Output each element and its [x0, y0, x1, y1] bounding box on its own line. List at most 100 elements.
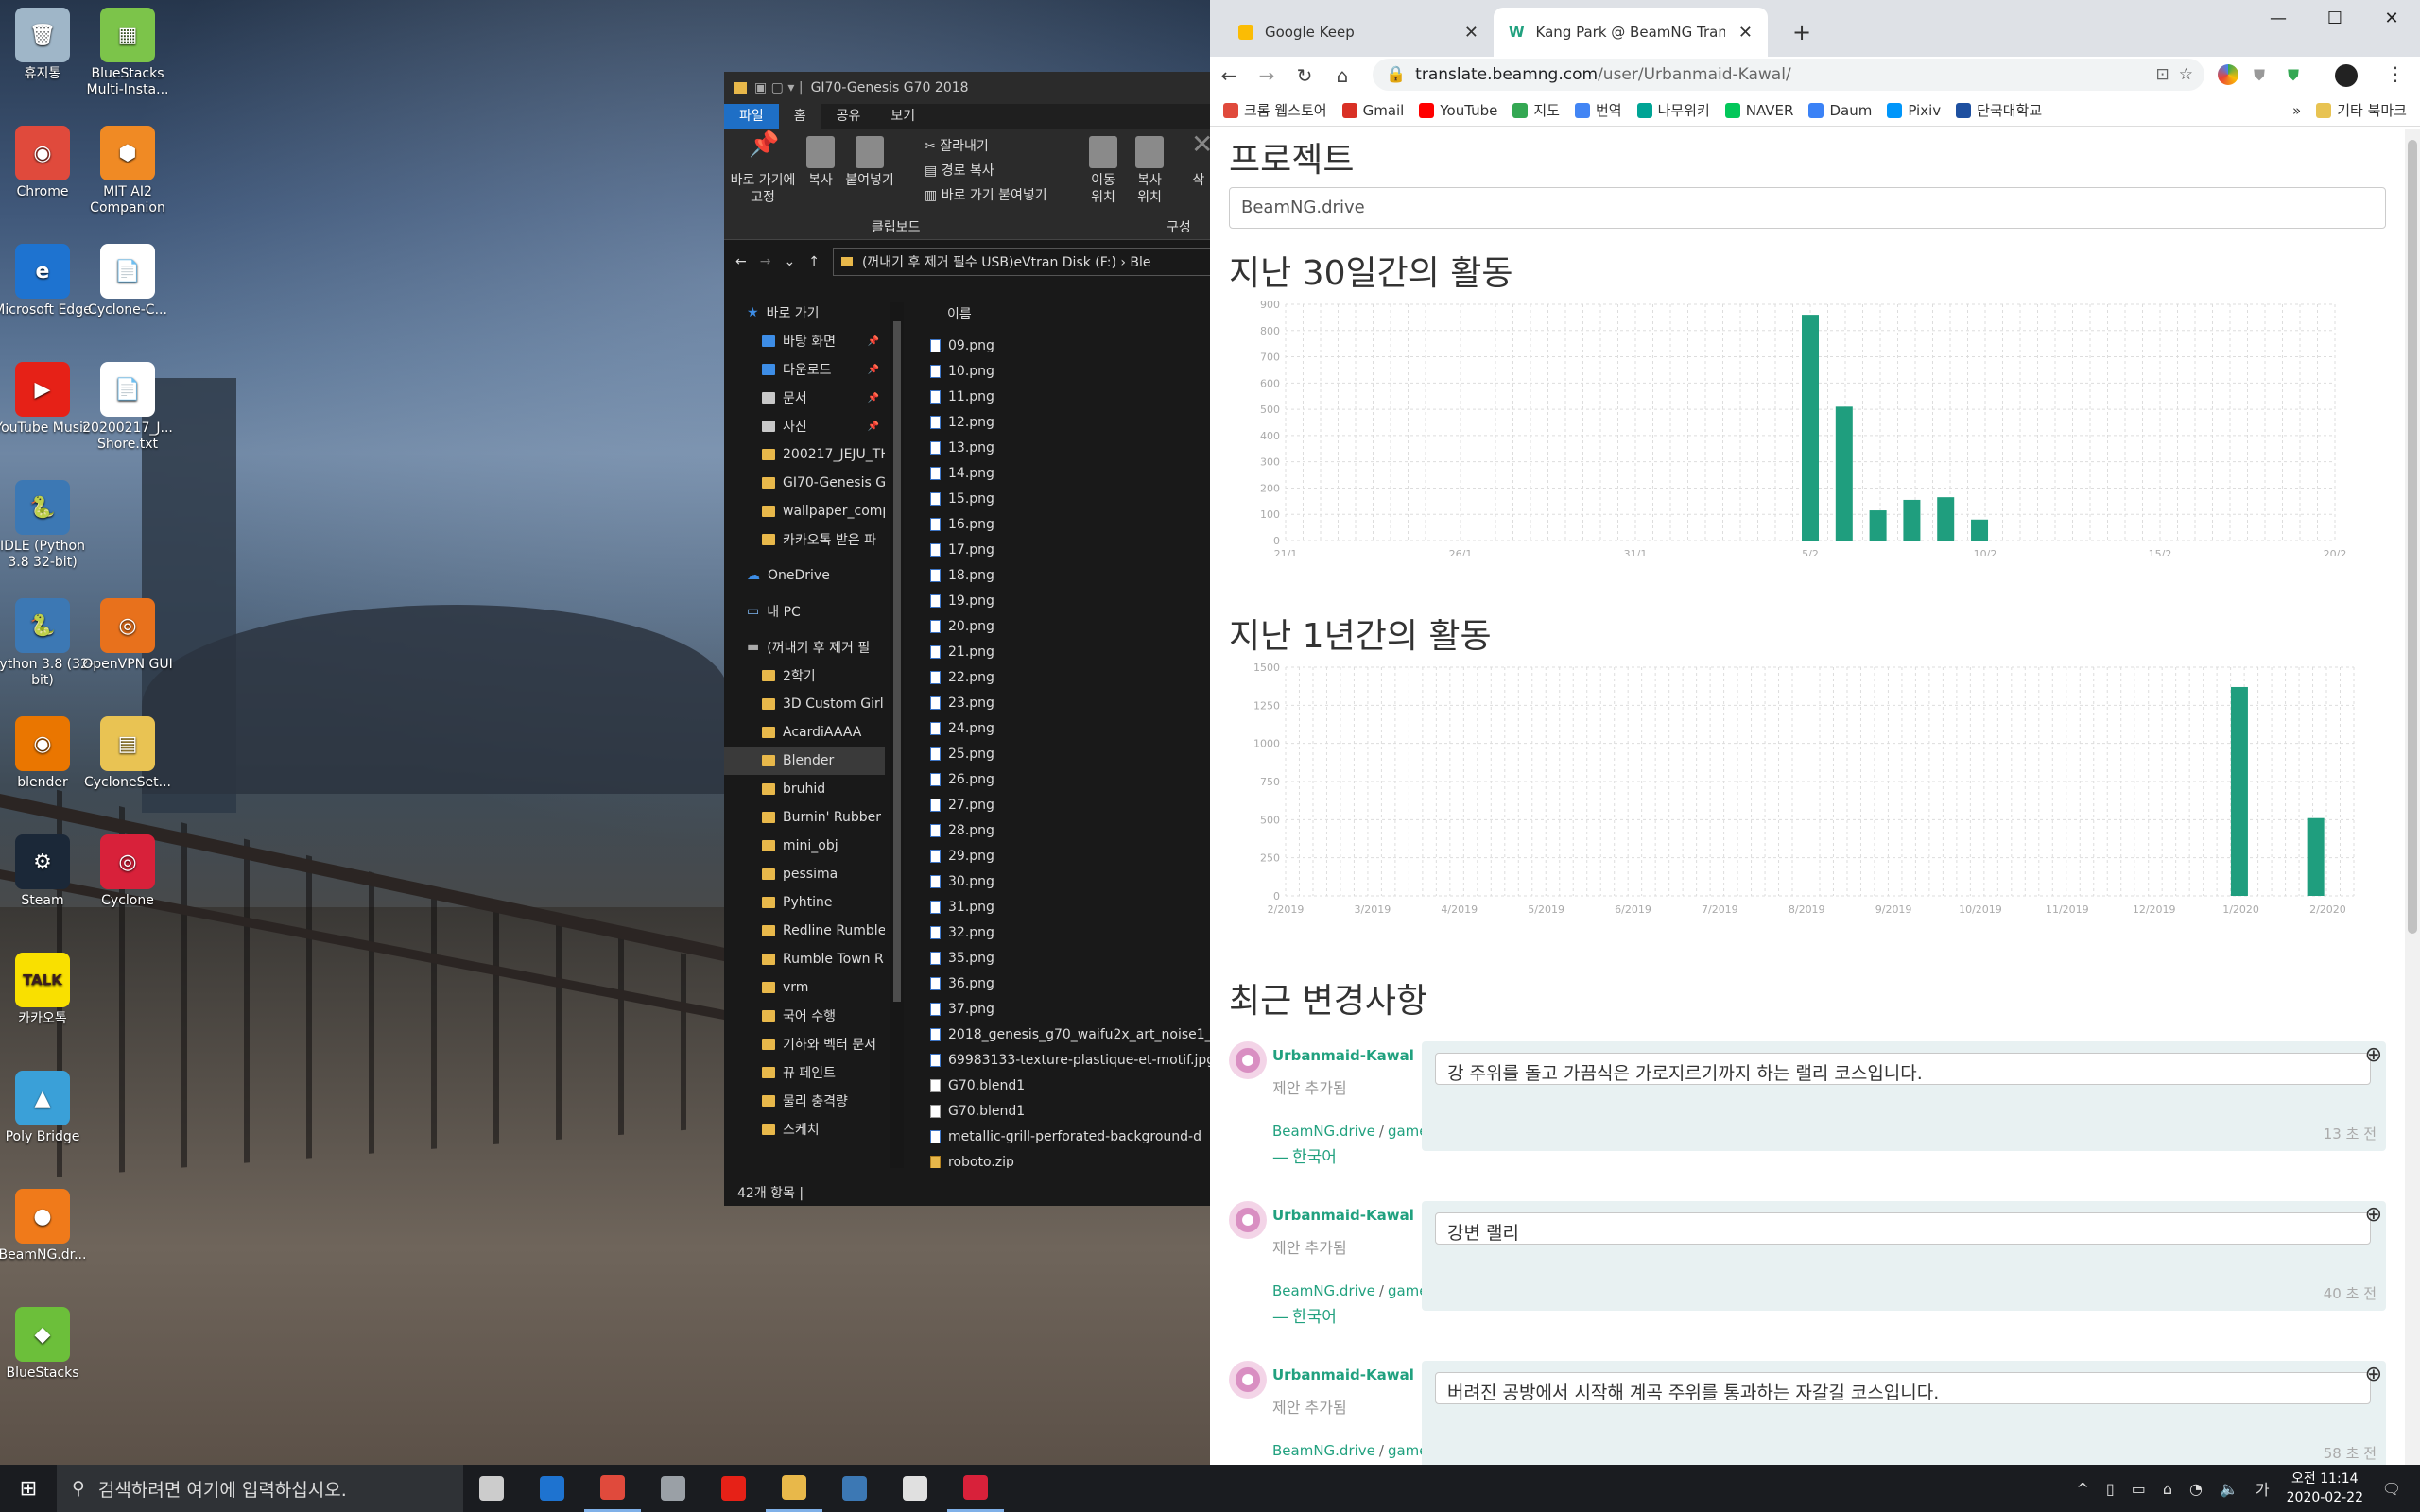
file-item[interactable]: 10.png [906, 358, 1212, 384]
file-item[interactable]: G70.blend1 [906, 1098, 1212, 1124]
file-item[interactable]: 16.png [906, 511, 1212, 537]
avatar[interactable] [1229, 1361, 1267, 1399]
nav-item[interactable]: pessima [724, 860, 885, 888]
file-item[interactable]: 23.png [906, 690, 1212, 715]
up-arrow-icon[interactable]: ↑ [808, 254, 820, 269]
change-user-link[interactable]: Urbanmaid-Kawal [1272, 1366, 1414, 1383]
more-bookmarks-icon[interactable]: » [2292, 102, 2301, 119]
file-item[interactable]: 11.png [906, 384, 1212, 409]
page-scrollbar[interactable] [2405, 129, 2420, 1465]
bookmark-item[interactable]: Gmail [1341, 102, 1404, 119]
scroll-thumb[interactable] [893, 321, 901, 1002]
zoom-in-icon[interactable]: ⊕ [2365, 1363, 2382, 1386]
nav-item[interactable]: bruhid [724, 775, 885, 803]
file-item[interactable]: 13.png [906, 435, 1212, 460]
file-item[interactable]: 29.png [906, 843, 1212, 868]
close-tab-icon[interactable]: ✕ [1738, 23, 1753, 43]
bookmark-item[interactable]: Pixiv [1887, 102, 1941, 119]
bookmark-item[interactable]: 나무위키 [1636, 100, 1710, 120]
taskbar-app-python[interactable] [826, 1465, 883, 1512]
tab-google-keep[interactable]: Google Keep ✕ [1223, 8, 1494, 57]
file-item[interactable]: 14.png [906, 460, 1212, 486]
nav-item[interactable]: Blender [724, 747, 885, 775]
file-item[interactable]: 15.png [906, 486, 1212, 511]
nav-item[interactable]: ★ 바로 가기 [724, 299, 885, 327]
other-bookmarks[interactable]: 기타 북마크 [2316, 100, 2407, 120]
file-item[interactable]: 27.png [906, 792, 1212, 817]
taskbar-app-chrome[interactable] [584, 1465, 641, 1512]
taskbar-app-file-explorer[interactable] [766, 1465, 822, 1512]
volume-icon[interactable]: 🔈 [2220, 1480, 2238, 1498]
battery-icon[interactable]: ▭ [2132, 1480, 2146, 1498]
file-item[interactable]: roboto.zip [906, 1149, 1212, 1168]
file-item[interactable]: G70.blend1 [906, 1073, 1212, 1098]
url-bar[interactable]: 🔒 translate.beamng.com/user/Urbanmaid-Ka… [1373, 59, 2204, 91]
navigation-scrollbar[interactable] [890, 302, 904, 1168]
bookmark-item[interactable]: Daum [1808, 102, 1872, 119]
file-item[interactable]: 21.png [906, 639, 1212, 664]
project-link[interactable]: BeamNG.drive [1272, 1123, 1375, 1140]
file-item[interactable]: 22.png [906, 664, 1212, 690]
nav-item[interactable]: Rumble Town R [724, 945, 885, 973]
pin-to-quick-access-button[interactable]: 📌 바로 가기에 고정 [730, 132, 796, 206]
copy-path-button[interactable]: ▤ 경로 복사 [925, 161, 994, 180]
nav-item[interactable]: Pyhtine [724, 888, 885, 917]
file-item[interactable]: 31.png [906, 894, 1212, 919]
nav-item[interactable]: vrm [724, 973, 885, 1002]
desktop-icon[interactable]: ⬢ MIT AI2 Companion [76, 126, 180, 216]
ribbon-tab-home[interactable]: 홈 [778, 104, 821, 129]
change-user-link[interactable]: Urbanmaid-Kawal [1272, 1207, 1414, 1224]
nav-item[interactable]: 2학기 [724, 662, 885, 690]
shield-icon[interactable]: ⛊ [2254, 66, 2265, 85]
nav-item[interactable]: Redline Rumble [724, 917, 885, 945]
desktop-icon[interactable]: 📄 Cyclone-C... [76, 244, 180, 318]
ribbon-tab-view[interactable]: 보기 [875, 104, 930, 129]
desktop-icon[interactable]: ◆ BlueStacks [0, 1307, 95, 1382]
taskbar-app-cyclone[interactable] [947, 1465, 1004, 1512]
profile-avatar[interactable] [2335, 64, 2358, 87]
language-link[interactable]: 한국어 [1292, 1148, 1337, 1167]
start-button[interactable]: ⊞ [0, 1465, 57, 1512]
taskbar-search-box[interactable]: ⚲ 검색하려면 여기에 입력하십시오. [57, 1465, 463, 1512]
nav-item[interactable]: ☁ OneDrive [724, 561, 885, 590]
ribbon-tab-file[interactable]: 파일 [724, 104, 779, 129]
file-item[interactable]: 69983133-texture-plastique-et-motif.jpg [906, 1047, 1212, 1073]
quick-access-toolbar-icon[interactable]: ▣ ▢ ▾ | [754, 80, 804, 95]
nav-item[interactable]: 국어 수행 [724, 1002, 885, 1030]
star-icon[interactable]: ☆ [2179, 65, 2193, 84]
maximize-button[interactable]: ☐ [2307, 0, 2363, 38]
copy-button[interactable]: 복사 [802, 136, 839, 189]
ribbon-tab-share[interactable]: 공유 [821, 104, 876, 129]
file-item[interactable]: 19.png [906, 588, 1212, 613]
ime-icon[interactable]: 가 [2256, 1477, 2270, 1500]
scroll-thumb[interactable] [2408, 140, 2417, 934]
home-icon[interactable]: ⌂ [1323, 64, 1361, 87]
file-item[interactable]: 28.png [906, 817, 1212, 843]
adblock-icon[interactable]: ⛊ [2288, 66, 2299, 85]
back-arrow-icon[interactable]: ← [735, 254, 747, 269]
taskbar-app-task-view[interactable] [463, 1465, 520, 1512]
avatar[interactable] [1229, 1041, 1267, 1079]
nav-item[interactable]: Burnin' Rubber [724, 803, 885, 832]
taskbar-app-mail-app[interactable] [645, 1465, 701, 1512]
file-item[interactable]: 35.png [906, 945, 1212, 971]
address-field[interactable]: (꺼내기 후 제거 필수 USB)eVtran Disk (F:) › Ble [832, 247, 1212, 276]
network-icon[interactable]: ⌂ [2163, 1480, 2172, 1498]
nav-item[interactable]: GI70-Genesis G7 [724, 469, 885, 497]
nav-item[interactable]: 뀨 페인트 [724, 1058, 885, 1087]
desktop-icon[interactable]: ▤ CycloneSet... [76, 716, 180, 791]
change-user-link[interactable]: Urbanmaid-Kawal [1272, 1047, 1414, 1064]
file-item[interactable]: 25.png [906, 741, 1212, 766]
notification-button[interactable]: 🗨 [2363, 1465, 2420, 1512]
desktop-icon[interactable]: 🐍 IDLE (Python 3.8 32-bit) [0, 480, 95, 571]
nav-item[interactable]: 3D Custom Girl [724, 690, 885, 718]
forward-arrow-icon[interactable]: → [760, 254, 771, 269]
zoom-in-icon[interactable]: ⊕ [2365, 1043, 2382, 1067]
nav-item[interactable]: 200217_JEJU_TH [724, 440, 885, 469]
file-item[interactable]: 18.png [906, 562, 1212, 588]
file-item[interactable]: 17.png [906, 537, 1212, 562]
close-window-button[interactable]: ✕ [2363, 0, 2420, 38]
translate-icon[interactable]: ⊡ [2156, 65, 2169, 84]
nav-item[interactable]: ▬ (꺼내기 후 제거 필 [724, 633, 885, 662]
file-item[interactable]: 09.png [906, 333, 1212, 358]
